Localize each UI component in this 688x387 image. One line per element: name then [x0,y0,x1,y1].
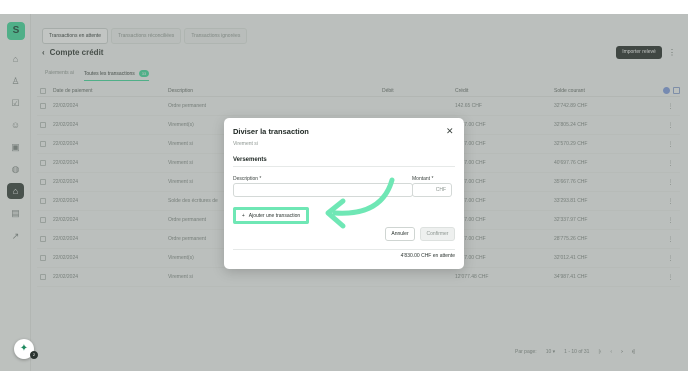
amount-label: Montant * [412,176,434,182]
add-transaction-label: Ajouter une transaction [248,212,301,219]
section-title: Versements [233,157,267,163]
split-transaction-dialog: Diviser la transaction ✕ Virement si Ver… [224,118,464,269]
add-transaction-button[interactable]: + Ajouter une transaction [233,207,309,224]
plus-icon: + [241,212,245,219]
pending-amount: 4'830.00 CHF en attente [400,253,455,259]
dialog-subtitle: Virement si [233,141,258,147]
divider [233,166,455,167]
dialog-title: Diviser la transaction [233,127,309,136]
cancel-button[interactable]: Annuler [385,227,415,241]
amount-field[interactable]: CHF [412,183,452,197]
currency-suffix: CHF [435,187,446,193]
confirm-button[interactable]: Confirmer [420,227,455,241]
chat-count-badge: 2 [30,351,38,359]
description-field[interactable] [233,183,413,197]
description-label: Description * [233,176,262,182]
close-icon[interactable]: ✕ [446,126,454,137]
divider-bottom [233,249,455,250]
